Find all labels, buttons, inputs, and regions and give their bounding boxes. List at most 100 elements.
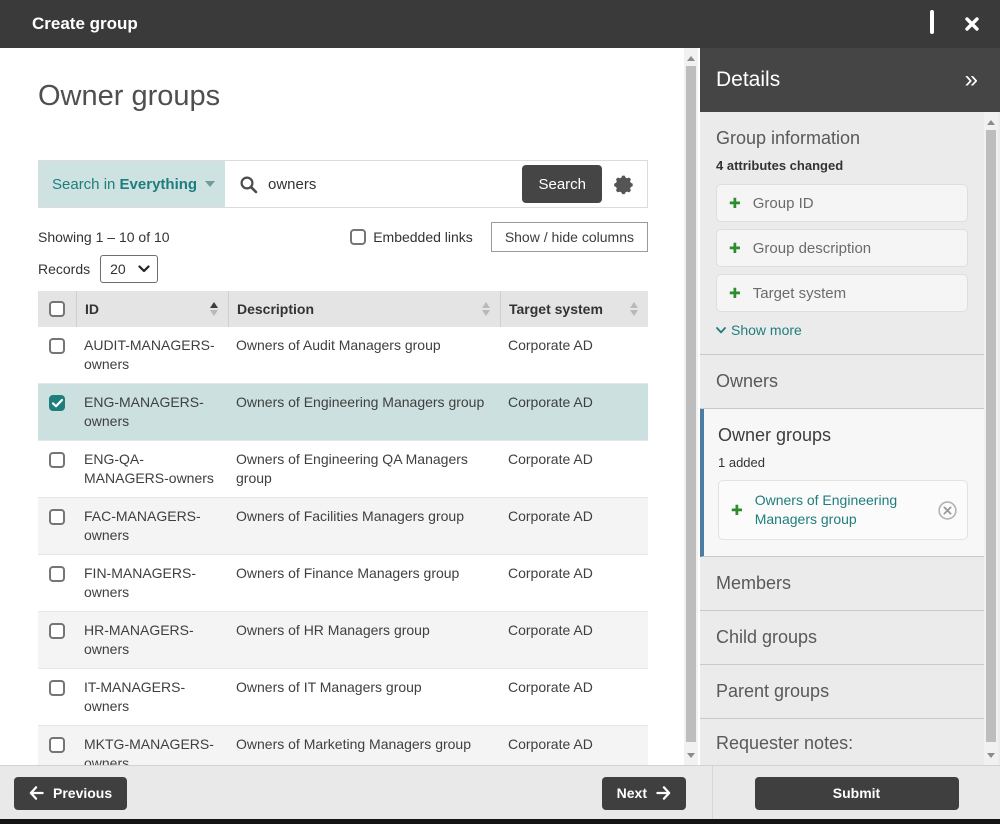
table-row[interactable]: HR-MANAGERS-owners Owners of HR Managers…	[38, 612, 648, 669]
table-body: AUDIT-MANAGERS-owners Owners of Audit Ma…	[38, 327, 648, 765]
embedded-links-checkbox[interactable]	[350, 229, 366, 245]
table-row[interactable]: MKTG-MANAGERS-owners Owners of Marketing…	[38, 726, 648, 765]
attribute-card-group-description[interactable]: ✚ Group description	[716, 229, 968, 267]
row-checkbox[interactable]	[49, 680, 65, 696]
details-scrollbar[interactable]	[984, 112, 998, 765]
cell-description: Owners of Marketing Managers group	[228, 726, 500, 765]
records-label: Records	[38, 261, 90, 277]
column-header-target-system[interactable]: Target system	[500, 291, 648, 327]
scroll-down-icon[interactable]	[984, 748, 998, 762]
row-checkbox[interactable]	[49, 566, 65, 582]
cell-target-system: Corporate AD	[500, 327, 648, 383]
row-checkbox[interactable]	[49, 623, 65, 639]
show-hide-columns-button[interactable]: Show / hide columns	[491, 222, 648, 252]
table-row[interactable]: AUDIT-MANAGERS-owners Owners of Audit Ma…	[38, 327, 648, 384]
bottom-strip	[0, 819, 1000, 824]
row-checkbox[interactable]	[49, 737, 65, 753]
search-scope-label: Search in Everything	[52, 176, 197, 193]
remove-item-button[interactable]	[938, 501, 957, 520]
cell-description: Owners of Engineering Managers group	[228, 384, 500, 440]
cell-target-system: Corporate AD	[500, 726, 648, 765]
column-header-description[interactable]: Description	[228, 291, 500, 327]
scroll-down-icon[interactable]	[684, 748, 698, 762]
details-body: Group information 4 attributes changed ✚…	[700, 112, 984, 765]
close-button[interactable]	[964, 16, 980, 32]
search-scope-dropdown[interactable]: Search in Everything	[39, 161, 225, 207]
chevron-down-icon	[205, 181, 215, 187]
table-row[interactable]: IT-MANAGERS-owners Owners of IT Managers…	[38, 669, 648, 726]
chevron-down-icon	[716, 327, 726, 334]
collapse-panel-button[interactable]: »	[965, 68, 978, 92]
attribute-card-group-id[interactable]: ✚ Group ID	[716, 184, 968, 222]
arrow-right-icon	[656, 786, 671, 800]
results-table: ID Description Target system	[38, 291, 648, 765]
cell-id: HR-MANAGERS-owners	[76, 612, 228, 668]
maximize-icon	[930, 10, 934, 34]
attributes-changed-status: 4 attributes changed	[716, 158, 968, 173]
plus-icon: ✚	[729, 240, 741, 257]
sort-icon[interactable]	[482, 302, 492, 316]
close-icon	[964, 16, 980, 32]
owner-group-link[interactable]: Owners of Engineering Managers group	[755, 491, 926, 529]
table-row[interactable]: ENG-MANAGERS-owners Owners of Engineerin…	[38, 384, 648, 441]
search-button[interactable]: Search	[522, 165, 602, 203]
records-per-page-select[interactable]: 20	[100, 255, 158, 283]
select-all-checkbox[interactable]	[49, 301, 65, 317]
sort-icon[interactable]	[630, 302, 640, 316]
row-checkbox[interactable]	[49, 509, 65, 525]
cell-id: AUDIT-MANAGERS-owners	[76, 327, 228, 383]
embedded-links-toggle[interactable]: Embedded links	[350, 229, 473, 245]
show-more-link[interactable]: Show more	[716, 322, 968, 338]
row-checkbox[interactable]	[49, 338, 65, 354]
cell-target-system: Corporate AD	[500, 441, 648, 497]
table-row[interactable]: ENG-QA-MANAGERS-owners Owners of Enginee…	[38, 441, 648, 498]
row-checkbox[interactable]	[49, 395, 65, 411]
members-section[interactable]: Members	[700, 557, 984, 611]
main-scrollbar[interactable]	[684, 48, 698, 765]
page-title: Owner groups	[38, 80, 700, 113]
scroll-up-icon[interactable]	[984, 115, 998, 129]
scroll-up-icon[interactable]	[684, 51, 698, 65]
owner-group-item: ✚ Owners of Engineering Managers group	[718, 480, 968, 540]
details-title: Details	[716, 68, 780, 92]
check-icon	[52, 399, 63, 408]
table-row[interactable]: FIN-MANAGERS-owners Owners of Finance Ma…	[38, 555, 648, 612]
child-groups-section[interactable]: Child groups	[700, 611, 984, 665]
column-header-id[interactable]: ID	[76, 291, 228, 327]
cell-target-system: Corporate AD	[500, 498, 648, 554]
search-icon	[239, 175, 258, 194]
owners-section[interactable]: Owners	[700, 355, 984, 409]
child-groups-heading: Child groups	[716, 627, 817, 648]
row-checkbox[interactable]	[49, 452, 65, 468]
parent-groups-section[interactable]: Parent groups	[700, 665, 984, 719]
submit-button[interactable]: Submit	[755, 777, 959, 810]
attribute-card-target-system[interactable]: ✚ Target system	[716, 274, 968, 312]
cell-description: Owners of IT Managers group	[228, 669, 500, 725]
titlebar: Create group	[0, 0, 1000, 48]
scrollbar-thumb[interactable]	[986, 130, 996, 742]
sort-icon[interactable]	[210, 302, 220, 316]
parent-groups-heading: Parent groups	[716, 681, 829, 702]
cell-description: Owners of Engineering QA Managers group	[228, 441, 500, 497]
dialog-title: Create group	[32, 14, 138, 34]
cell-id: FAC-MANAGERS-owners	[76, 498, 228, 554]
owner-groups-heading: Owner groups	[718, 425, 968, 446]
requester-notes-section: Requester notes:	[700, 719, 984, 765]
records-row: Records 20	[38, 255, 158, 283]
table-row[interactable]: FAC-MANAGERS-owners Owners of Facilities…	[38, 498, 648, 555]
search-settings-button[interactable]	[612, 161, 647, 207]
maximize-button[interactable]	[930, 15, 934, 33]
cell-id: ENG-MANAGERS-owners	[76, 384, 228, 440]
plus-icon: ✚	[729, 195, 741, 212]
group-information-heading: Group information	[716, 128, 968, 149]
members-heading: Members	[716, 573, 791, 594]
table-header: ID Description Target system	[38, 291, 648, 327]
plus-icon: ✚	[731, 502, 743, 519]
create-group-dialog: Create group Owner groups Search in Ever…	[0, 0, 1000, 824]
search-input[interactable]	[268, 176, 522, 193]
next-button[interactable]: Next	[602, 777, 686, 810]
scrollbar-thumb[interactable]	[686, 66, 696, 742]
cell-description: Owners of HR Managers group	[228, 612, 500, 668]
cell-description: Owners of Facilities Managers group	[228, 498, 500, 554]
previous-button[interactable]: Previous	[14, 777, 127, 810]
